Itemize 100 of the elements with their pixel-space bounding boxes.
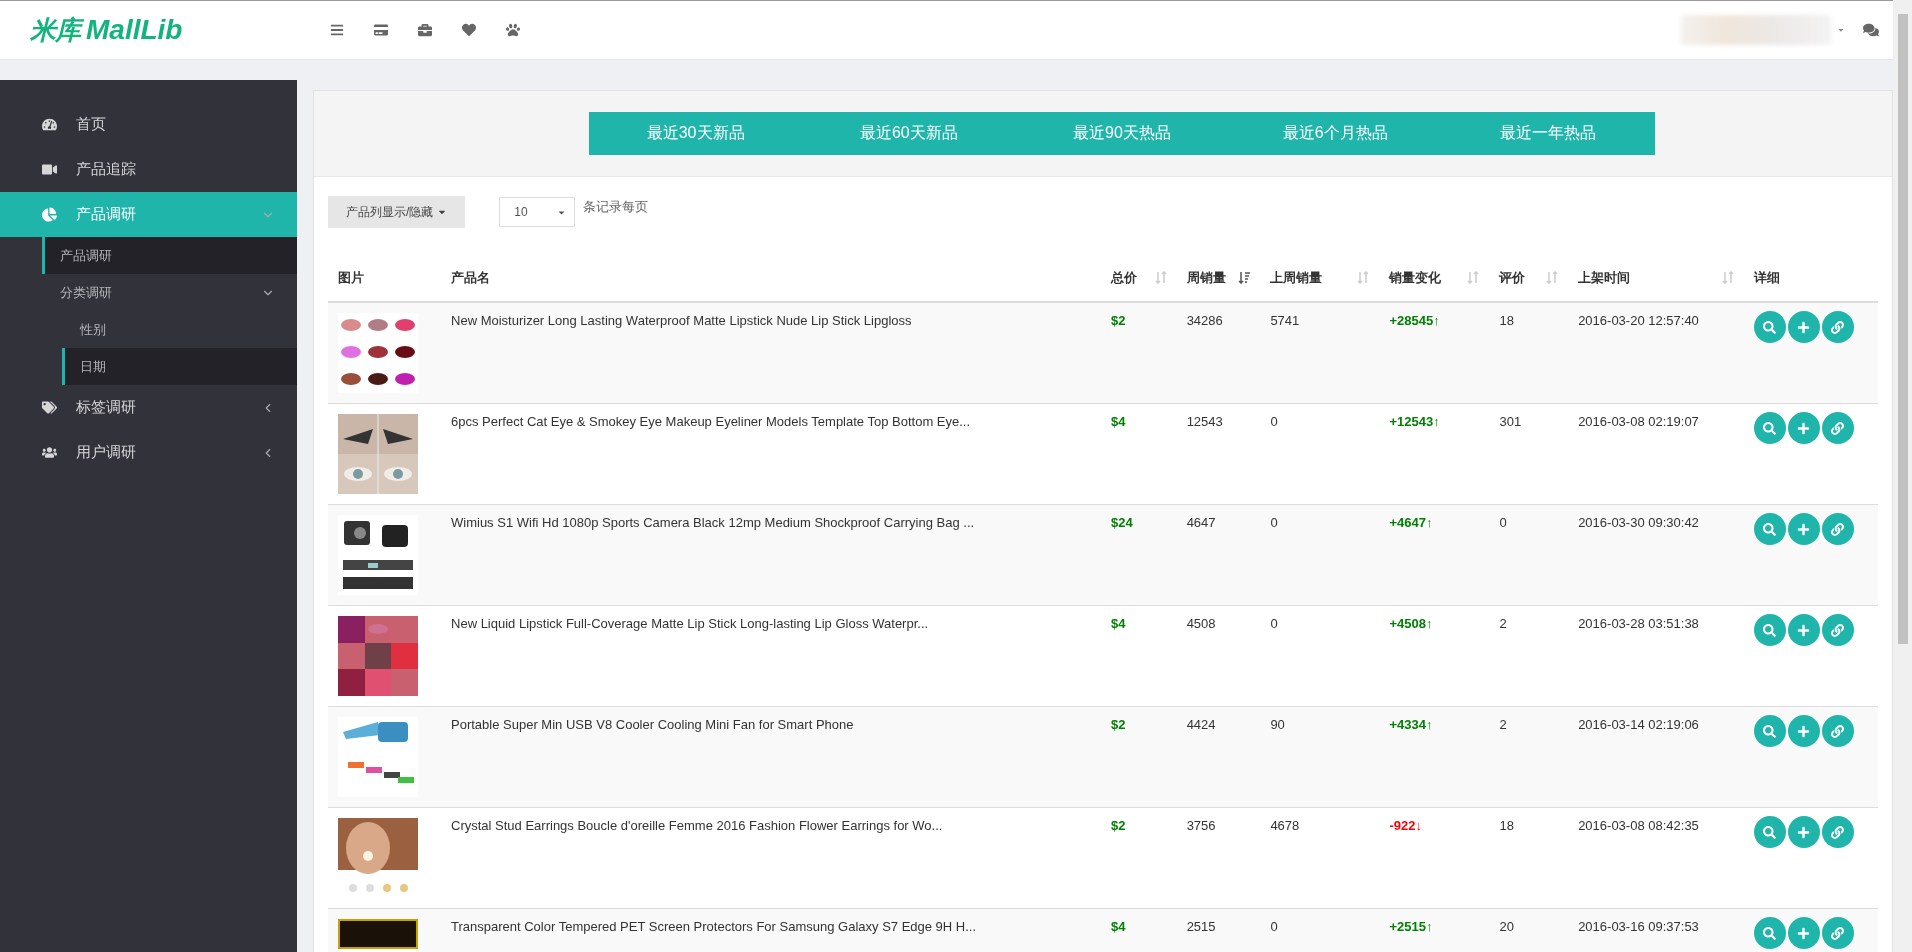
link-button[interactable]	[1821, 816, 1854, 848]
search-button[interactable]	[1753, 412, 1786, 444]
add-button[interactable]	[1787, 715, 1820, 747]
table-cell: 0	[1270, 919, 1278, 934]
search-icon	[1763, 926, 1777, 940]
plus-icon	[1797, 724, 1811, 738]
table-cell: 4508	[1186, 616, 1216, 631]
plus-icon	[1797, 623, 1811, 637]
link-button[interactable]	[1821, 917, 1854, 949]
search-button[interactable]	[1753, 917, 1786, 949]
price: $4	[1110, 616, 1126, 631]
sidebar-subitem[interactable]: 日期	[62, 348, 297, 385]
sort-icon[interactable]	[1546, 271, 1559, 284]
table-cell: 0	[1270, 515, 1278, 530]
sidebar-item[interactable]: 标签调研	[0, 385, 297, 430]
link-icon	[1831, 825, 1845, 839]
table-cell: 18	[1499, 818, 1514, 833]
search-icon	[1763, 825, 1777, 839]
link-icon	[1831, 926, 1845, 940]
sidebar-subitem[interactable]: 分类调研	[42, 274, 297, 311]
table-cell: 90	[1270, 717, 1285, 732]
table-cell: 0	[1270, 616, 1278, 631]
sales-change: +4647↑	[1389, 515, 1433, 530]
product-name: 6pcs Perfect Cat Eye & Smokey Eye Makeup Eyeliner Models Template Top Bottom Eye...	[451, 414, 971, 429]
table-cell: 2016-03-08 02:19:07	[1578, 414, 1699, 429]
link-button[interactable]	[1821, 311, 1854, 343]
sidebar-item[interactable]: 用户调研	[0, 430, 297, 475]
credit-card-icon[interactable]	[374, 23, 388, 37]
search-icon	[1763, 724, 1777, 738]
table-cell: 18	[1499, 313, 1514, 328]
users-icon	[42, 445, 58, 460]
table-cell: 4678	[1270, 818, 1300, 833]
add-button[interactable]	[1787, 513, 1820, 545]
scrollbar[interactable]	[1893, 0, 1912, 952]
link-button[interactable]	[1821, 412, 1854, 444]
table-cell: 2016-03-30 09:30:42	[1578, 515, 1699, 530]
table-cell: 2016-03-28 03:51:38	[1578, 616, 1699, 631]
table-cell: 20	[1499, 919, 1514, 934]
table-cell: 4647	[1186, 515, 1216, 530]
caret-icon[interactable]	[1837, 26, 1845, 34]
add-button[interactable]	[1787, 311, 1820, 343]
heart-icon[interactable]	[462, 23, 476, 37]
table-cell: 0	[1499, 515, 1507, 530]
comments-icon[interactable]	[1863, 22, 1879, 38]
link-icon	[1831, 421, 1845, 435]
link-icon	[1831, 623, 1845, 637]
price: $24	[1110, 515, 1133, 530]
search-button[interactable]	[1753, 715, 1786, 747]
link-button[interactable]	[1821, 715, 1854, 747]
link-button[interactable]	[1821, 513, 1854, 545]
sort-icon[interactable]	[1154, 271, 1167, 284]
price: $2	[1110, 818, 1126, 833]
search-button[interactable]	[1753, 816, 1786, 848]
search-icon	[1763, 522, 1777, 536]
sidebar-item[interactable]: 产品追踪	[0, 147, 297, 192]
briefcase-icon[interactable]	[418, 23, 432, 37]
video-camera-icon	[42, 162, 58, 177]
column-header: 详细	[1753, 268, 1780, 287]
column-header: 周销量	[1186, 268, 1226, 287]
search-icon	[1763, 320, 1777, 334]
product-name: Wimius S1 Wifi Hd 1080p Sports Camera Black 12mp Medium Shockproof Carrying Bag ...	[451, 515, 975, 530]
product-name: New Liquid Lipstick Full-Coverage Matte Lip Stick Long-lasting Lip Gloss Waterpr...	[451, 616, 929, 631]
column-header: 评价	[1499, 268, 1526, 287]
sidebar-item[interactable]: 首页	[0, 102, 297, 147]
table-cell: 2016-03-08 08:42:35	[1578, 818, 1699, 833]
table-cell: 2515	[1186, 919, 1216, 934]
product-name: Crystal Stud Earrings Boucle d'oreille Femme 2016 Fashion Flower Earrings for Wo...	[451, 818, 943, 833]
add-button[interactable]	[1787, 816, 1820, 848]
menu-icon[interactable]	[330, 23, 344, 37]
plus-icon	[1797, 825, 1811, 839]
plus-icon	[1797, 926, 1811, 940]
sales-change: -922↓	[1389, 818, 1422, 833]
sales-change: +4508↑	[1389, 616, 1433, 631]
add-button[interactable]	[1787, 917, 1820, 949]
table-cell: 4424	[1186, 717, 1216, 732]
plus-icon	[1797, 421, 1811, 435]
table-cell: 2016-03-14 02:19:06	[1578, 717, 1699, 732]
link-button[interactable]	[1821, 614, 1854, 646]
column-toggle-button[interactable]: 产品列显示/隐藏	[328, 196, 466, 228]
paw-icon[interactable]	[506, 23, 520, 37]
sort-icon[interactable]	[1721, 271, 1734, 284]
add-button[interactable]	[1787, 412, 1820, 444]
search-button[interactable]	[1753, 311, 1786, 343]
sales-change: +12543↑	[1389, 414, 1440, 429]
table-cell: 2	[1499, 717, 1507, 732]
table-cell: 12543	[1186, 414, 1223, 429]
plus-icon	[1797, 320, 1811, 334]
sort-icon[interactable]	[1357, 271, 1370, 284]
page-size-select[interactable]: 10	[499, 197, 576, 227]
search-button[interactable]	[1753, 614, 1786, 646]
sidebar-subitem[interactable]: 性别	[62, 311, 297, 348]
add-button[interactable]	[1787, 614, 1820, 646]
sidebar-subitem[interactable]: 产品调研	[42, 237, 297, 274]
price: $2	[1110, 717, 1126, 732]
sort-descending-icon[interactable]	[1238, 271, 1251, 284]
search-button[interactable]	[1753, 513, 1786, 545]
sort-icon[interactable]	[1467, 271, 1480, 284]
table-cell: 5741	[1270, 313, 1300, 328]
column-header: 销量变化	[1389, 268, 1442, 287]
table-cell: 2016-03-16 09:37:53	[1578, 919, 1699, 934]
